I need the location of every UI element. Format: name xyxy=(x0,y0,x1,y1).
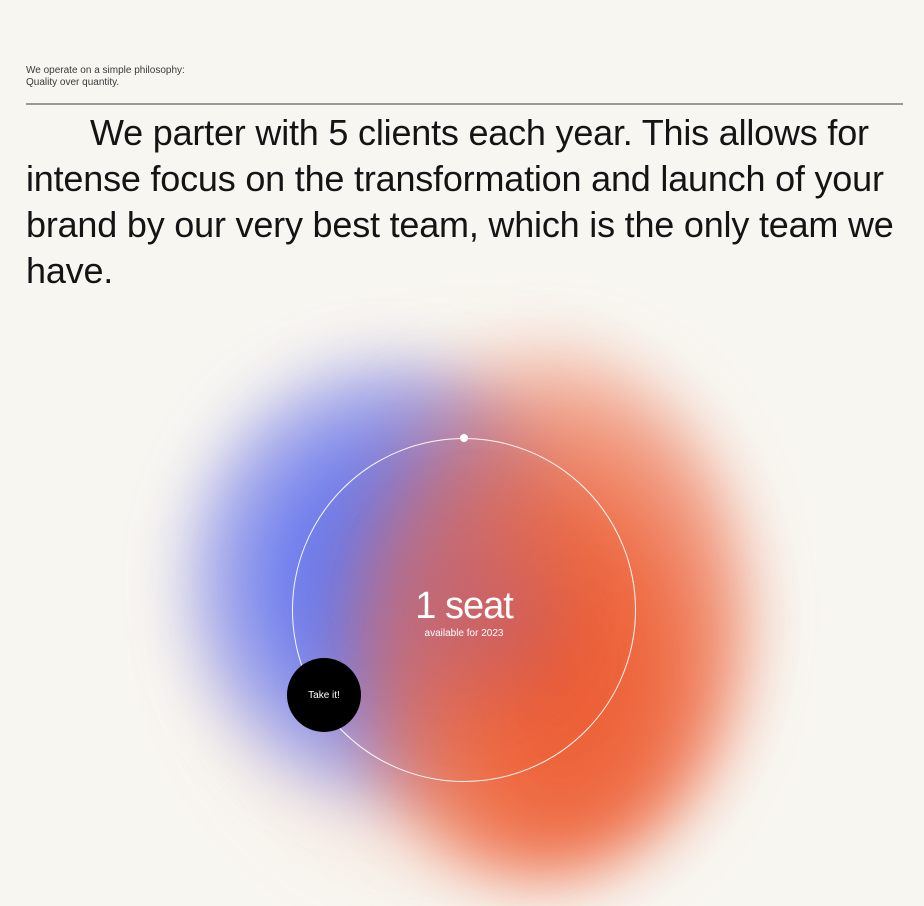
intro-text: We operate on a simple philosophy: Quali… xyxy=(26,65,185,89)
divider xyxy=(26,103,903,105)
seat-availability: 1 seat available for 2023 xyxy=(364,586,564,640)
philosophy-statement: We parter with 5 clients each year. This… xyxy=(26,112,894,291)
take-it-button[interactable]: Take it! xyxy=(287,658,361,732)
seat-subtitle: available for 2023 xyxy=(424,628,504,639)
seat-count-line: 1 seat xyxy=(364,586,564,626)
seat-unit: seat xyxy=(444,585,514,627)
orbit-dot xyxy=(460,434,468,442)
seat-count: 1 xyxy=(415,585,436,627)
intro-line-2: Quality over quantity. xyxy=(26,77,120,88)
intro-line-1: We operate on a simple philosophy: xyxy=(26,65,185,76)
page: We operate on a simple philosophy: Quali… xyxy=(0,0,924,906)
seat-orb: 1 seat available for 2023 Take it! xyxy=(0,300,924,906)
